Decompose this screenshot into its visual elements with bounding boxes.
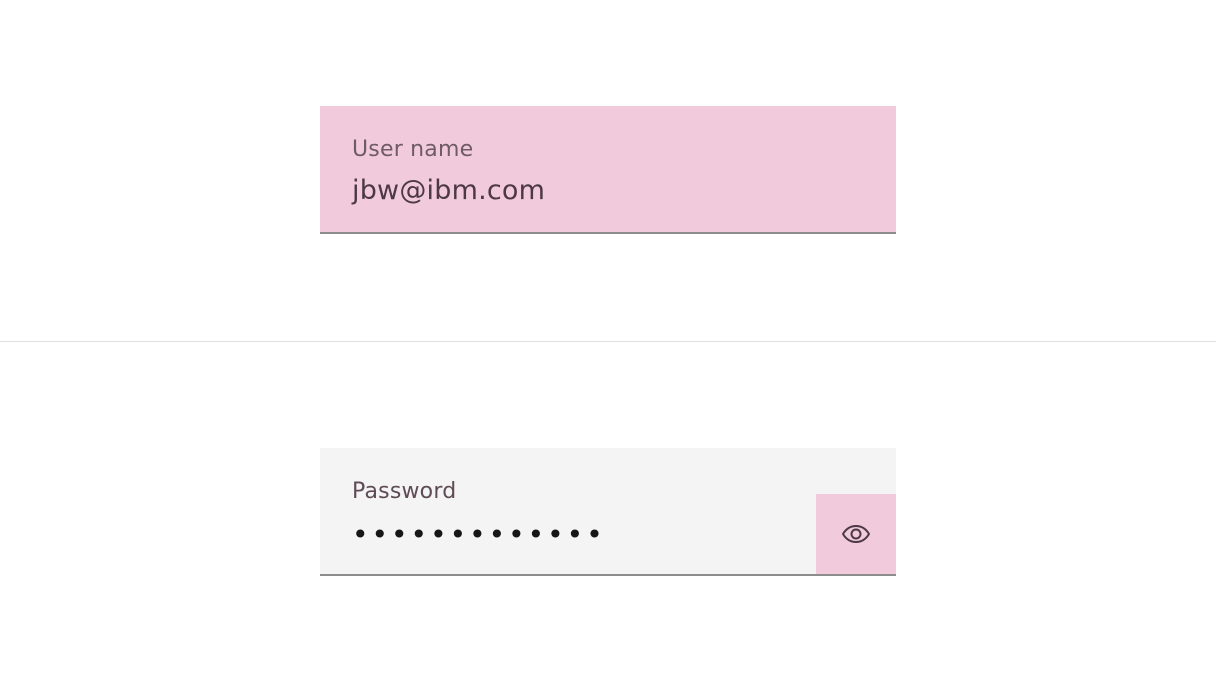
eye-icon [842,525,870,543]
password-field[interactable]: Password ••••••••••••• [320,448,896,576]
password-mask[interactable]: ••••••••••••• [352,518,606,552]
username-section: User name jbw@ibm.com [0,0,1216,341]
password-label: Password [352,479,457,504]
show-password-button[interactable] [816,494,896,574]
username-value[interactable]: jbw@ibm.com [352,174,545,208]
login-form-canvas: User name jbw@ibm.com Password •••••••••… [0,0,1216,684]
username-label: User name [352,137,474,162]
username-field[interactable]: User name jbw@ibm.com [320,106,896,234]
password-section: Password ••••••••••••• [0,342,1216,684]
